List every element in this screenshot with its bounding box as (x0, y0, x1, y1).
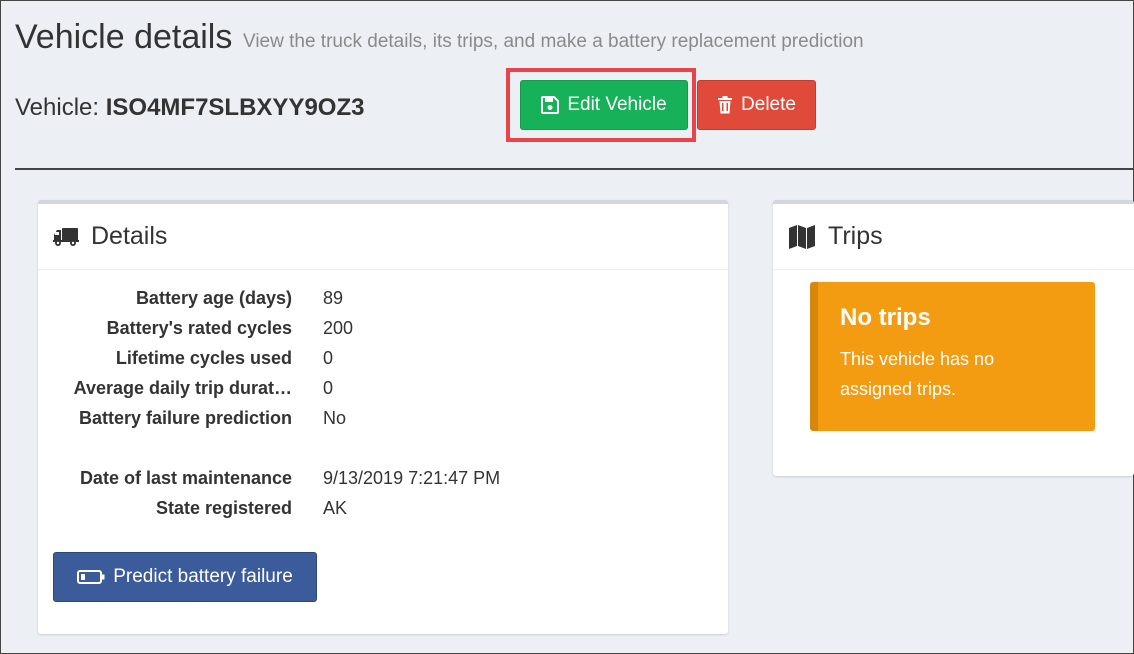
detail-row-lifetime-cycles: Lifetime cycles used 0 (38, 348, 728, 378)
map-icon (788, 224, 816, 250)
detail-row-failure-prediction: Battery failure prediction No (38, 408, 728, 438)
detail-key: Battery age (days) (135, 288, 292, 308)
page-subtitle: View the truck details, its trips, and m… (243, 31, 864, 52)
detail-key: Average daily trip durat… (73, 378, 292, 398)
detail-key: Date of last maintenance (79, 468, 292, 488)
vehicle-id: ISO4MF7SLBXYY9OZ3 (105, 94, 365, 121)
detail-row-last-maintenance: Date of last maintenance 9/13/2019 7:21:… (38, 468, 728, 498)
callout-title: No trips (840, 304, 931, 331)
details-title: Details (91, 222, 168, 250)
floppy-disk-icon (541, 96, 560, 114)
vehicle-label: Vehicle: (15, 94, 100, 121)
detail-key: Lifetime cycles used (115, 348, 292, 368)
detail-row-battery-age: Battery age (days) 89 (38, 288, 728, 318)
predict-label: Predict battery failure (113, 566, 293, 587)
detail-value: 0 (323, 348, 334, 368)
battery-icon (77, 570, 105, 584)
detail-row-avg-trip-duration: Average daily trip durat… 0 (38, 378, 728, 408)
details-panel-header: Details (38, 204, 728, 270)
detail-row-state-registered: State registered AK (38, 498, 728, 528)
trips-panel-header: Trips (773, 204, 1134, 270)
callout-body: This vehicle has no assigned trips. (840, 349, 995, 399)
detail-key: State registered (155, 498, 292, 518)
detail-value: 9/13/2019 7:21:47 PM (323, 468, 501, 488)
header-divider (15, 168, 1134, 170)
page-title: Vehicle details (15, 18, 233, 56)
detail-row-rated-cycles: Battery's rated cycles 200 (38, 318, 728, 348)
trips-title: Trips (828, 222, 883, 250)
edit-vehicle-label: Edit Vehicle (567, 94, 667, 115)
no-trips-callout: No trips This vehicle has no assigned tr… (810, 282, 1095, 431)
trash-icon (717, 96, 733, 114)
detail-value: AK (323, 498, 348, 518)
vehicle-identifier: Vehicle: ISO4MF7SLBXYY9OZ3 (15, 94, 364, 122)
detail-value: 0 (323, 378, 334, 398)
detail-value: No (323, 408, 347, 428)
predict-battery-failure-button[interactable]: Predict battery failure (53, 552, 317, 602)
detail-value: 200 (323, 318, 354, 338)
delete-button[interactable]: Delete (697, 80, 816, 130)
delete-label: Delete (741, 94, 796, 115)
detail-key: Battery's rated cycles (106, 318, 292, 338)
edit-vehicle-button[interactable]: Edit Vehicle (520, 80, 688, 130)
detail-key: Battery failure prediction (78, 408, 292, 428)
trips-panel: Trips No trips This vehicle has no assig… (773, 200, 1134, 476)
truck-icon (53, 227, 79, 247)
detail-value: 89 (323, 288, 344, 308)
